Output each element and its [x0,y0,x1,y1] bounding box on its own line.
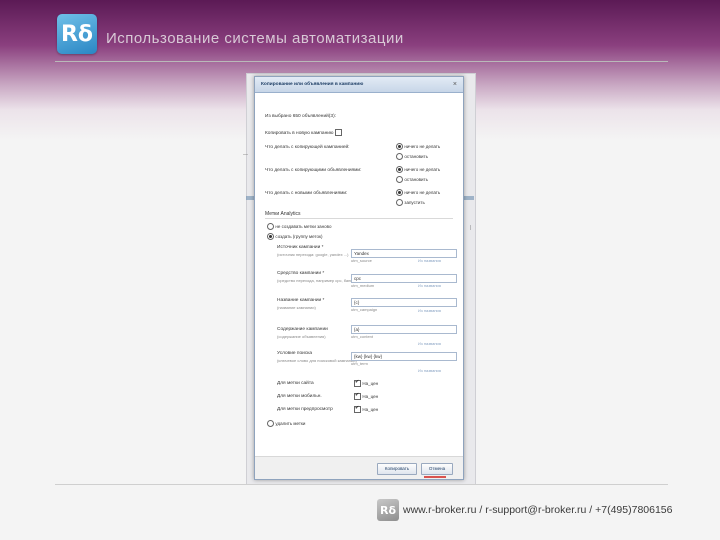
source-select[interactable]: Из названия [418,258,441,263]
copy-dialog: Копирование или объявления в кампанию × … [254,76,464,480]
side-mark-right: | [470,225,472,231]
extra-check-1[interactable]: На_цен [354,379,379,387]
selected-counter: Из выбрано 650 объявлений(3): [265,114,337,119]
rule-new-ads-option-1[interactable]: ничего не делать [396,189,440,196]
field-source-label: Источник кампании * [277,245,324,250]
footer-logo-text: Rδ [379,503,397,517]
radio-button[interactable] [267,223,274,230]
rule-ads-option-1[interactable]: ничего не делать [396,166,440,173]
red-underline-link[interactable] [424,476,446,478]
analytics-option-create[interactable]: создать (группу меток) [267,233,322,240]
analytics-section-title: Метки Analytics [265,211,301,217]
rule-new-ads-label: Что делать с новыми объявлениями: [265,191,348,196]
section-divider [265,218,453,219]
content-param: utm_content [351,334,374,339]
field-content-label: Содержание кампании [277,327,328,332]
source-param: utm_source [351,258,372,263]
rule-campaign-label: Что делать с копирующей кампанией: [265,145,350,150]
copy-button[interactable]: Копировать [377,463,417,475]
term-select[interactable]: Из названия [418,368,441,373]
remove-tags-option[interactable]: удалить метки [267,420,305,427]
extra-check-2[interactable]: На_цен [354,392,379,400]
checkbox[interactable] [354,392,361,400]
rule-new-ads-option-2[interactable]: запустить [396,199,425,206]
field-term-hint: (ключевое слово для поисковой кампании) [277,358,357,363]
option-label: не создавать метки заново [275,223,332,229]
option-label: ничего не делать [404,143,441,149]
cancel-button[interactable]: Отмена [421,463,453,475]
checkbox[interactable] [354,405,361,413]
radio-button[interactable] [267,233,274,240]
field-medium-label: Средство кампании * [277,271,325,276]
medium-select[interactable]: Из названия [418,283,441,288]
checkbox[interactable] [354,379,361,387]
medium-input[interactable]: cpc [351,274,457,283]
checkbox-label: На_цен [362,393,379,399]
extra-check-2-label: Для метки мобильн. [277,394,322,399]
dialog-title: Копирование или объявления в кампанию [261,82,364,87]
dialog-header: Копирование или объявления в кампанию × [255,77,463,93]
copy-to-new-checkbox[interactable] [334,129,342,136]
bottom-divider [55,484,668,485]
option-label: ничего не делать [404,166,441,172]
copy-to-new-label: Копировать в новую кампанию [265,130,334,136]
checkbox-label: На_цен [362,406,379,412]
extra-check-1-label: Для метки сайта [277,381,314,386]
company-logo: Rδ [57,14,97,54]
field-content-hint: (содержание объявления) [277,334,326,339]
term-input[interactable]: {kw} {kw} {kw} [351,352,457,361]
radio-button[interactable] [396,199,403,206]
radio-button[interactable] [267,420,274,427]
content-select[interactable]: Из названия [418,341,441,346]
footer-logo: Rδ [377,499,399,521]
radio-button[interactable] [396,143,403,150]
field-campaign-label: Название кампании * [277,298,325,303]
radio-button[interactable] [396,176,403,183]
option-label: удалить метки [275,420,306,426]
extra-check-3[interactable]: На_цен [354,405,379,413]
option-label: запустить [404,199,425,205]
content-input[interactable]: {a} [351,325,457,334]
close-icon[interactable]: × [453,81,457,88]
field-term-label: Условие поиска [277,351,313,356]
medium-param: utm_medium [351,283,375,288]
option-label: ничего не делать [404,189,441,195]
extra-check-3-label: Для метки предпросмотр [277,407,333,412]
source-input[interactable]: Yandex [351,249,457,258]
slide-title: Использование системы автоматизации [106,30,404,47]
radio-button[interactable] [396,153,403,160]
rule-campaign-option-2[interactable]: остановить [396,153,428,160]
option-label: создать (группу меток) [275,233,323,239]
logo-text: Rδ [60,21,94,47]
option-label: остановить [404,176,428,182]
field-source-hint: (источник перехода: google, yandex ...) [277,252,349,257]
campaign-select[interactable]: Из названия [418,308,441,313]
rule-ads-label: Что делать с копирующими объявлениями: [265,168,362,173]
option-label: остановить [404,153,428,159]
analytics-option-none[interactable]: не создавать метки заново [267,223,332,230]
radio-button[interactable] [396,166,403,173]
campaign-input[interactable]: {c} [351,298,457,307]
term-param: utm_term [351,361,368,366]
radio-button[interactable] [396,189,403,196]
field-campaign-hint: (название кампании) [277,305,316,310]
side-mark-left: — [243,152,248,158]
rule-campaign-option-1[interactable]: ничего не делать [396,143,440,150]
rule-ads-option-2[interactable]: остановить [396,176,428,183]
campaign-param: utm_campaign [351,307,378,312]
copy-to-new-row: Копировать в новую кампанию [265,129,342,136]
checkbox-label: На_цен [362,380,379,386]
contact-info: www.r-broker.ru / r-support@r-broker.ru … [403,504,673,516]
top-divider [55,61,668,62]
